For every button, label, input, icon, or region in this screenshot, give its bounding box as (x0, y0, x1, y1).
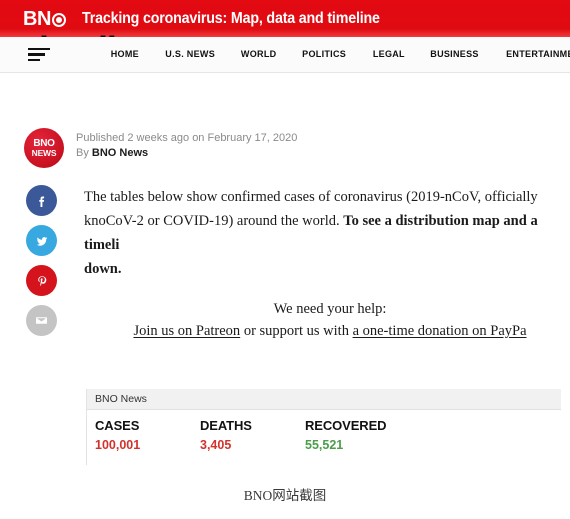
stat-label-cases: CASES (95, 418, 140, 433)
published-date: Published 2 weeks ago on February 17, 20… (76, 132, 298, 144)
site-navigation-bar: HOME U.S. NEWS WORLD POLITICS LEGAL BUSI… (0, 37, 570, 73)
banner-title: Tracking coronavirus: Map, data and time… (81, 9, 380, 27)
avatar-text-bottom: NEWS (31, 147, 57, 158)
body-text-part4: down. (84, 261, 122, 277)
by-prefix: By (76, 147, 89, 159)
share-facebook-icon[interactable] (26, 185, 57, 216)
stat-value-cases: 100,001 (95, 438, 141, 452)
body-text-part2: CoV-2 or COVID-19) around the world. (105, 213, 344, 229)
stats-table: CASES 100,001 DEATHS 3,405 RECOVERED 55,… (87, 410, 561, 465)
paypal-donation-link[interactable]: a one-time donation on PayPa (353, 323, 527, 339)
bno-logo[interactable]: BN (23, 9, 66, 29)
image-caption: BNO网站截图 (243, 488, 327, 503)
author-name[interactable]: BNO News (92, 147, 148, 159)
stat-value-deaths: 3,405 (200, 438, 232, 452)
nav-item-business[interactable]: BUSINESS (431, 49, 479, 60)
byline-text: Published 2 weeks ago on February 17, 20… (76, 128, 297, 161)
author-line: By BNO News (76, 146, 297, 161)
stat-column-cases: CASES 100,001 (95, 416, 200, 455)
nav-item-legal[interactable]: LEGAL (372, 49, 404, 60)
nav-item-home[interactable]: HOME (111, 49, 139, 60)
registered-circle-icon (51, 12, 66, 27)
support-heading: We need your help: (273, 301, 387, 317)
hamburger-line-2 (28, 53, 45, 56)
stat-label-deaths: DEATHS (200, 418, 252, 433)
share-pinterest-icon[interactable] (26, 265, 57, 296)
stat-value-recovered: 55,521 (305, 438, 344, 452)
nav-item-entertainment[interactable]: ENTERTAINMENT (506, 49, 570, 60)
article-body-paragraph: The tables below show confirmed cases of… (84, 185, 570, 281)
nav-links: HOME U.S. NEWS WORLD POLITICS LEGAL BUSI… (110, 49, 570, 60)
stat-column-recovered: RECOVERED 55,521 (305, 416, 410, 455)
hamburger-menu-icon[interactable] (28, 47, 50, 62)
nav-item-politics[interactable]: POLITICS (303, 49, 347, 60)
share-email-icon[interactable] (26, 305, 57, 336)
social-share-rail (26, 185, 57, 336)
stat-column-deaths: DEATHS 3,405 (200, 416, 305, 455)
support-callout: We need your help: Join us on Patreon or… (84, 298, 570, 342)
byline: BNO NEWS Published 2 weeks ago on Februa… (24, 128, 297, 168)
author-avatar[interactable]: BNO NEWS (24, 128, 64, 168)
support-links-line: Join us on Patreon or support us with a … (84, 320, 570, 342)
patreon-link[interactable]: Join us on Patreon (133, 323, 240, 339)
stats-source-title: BNO News (87, 389, 561, 410)
support-middle-text: or support us with (240, 323, 353, 339)
nav-item-world[interactable]: WORLD (241, 49, 277, 60)
share-twitter-icon[interactable] (26, 225, 57, 256)
hamburger-line-1 (28, 47, 50, 51)
logo-text: BN (23, 7, 51, 30)
hamburger-line-3 (28, 58, 40, 62)
coronavirus-stats-widget: BNO News CASES 100,001 DEATHS 3,405 RECO… (86, 389, 561, 465)
stat-label-recovered: RECOVERED (305, 418, 387, 433)
nav-item-us-news[interactable]: U.S. NEWS (165, 49, 215, 60)
website-screenshot: timeline BNO NEWS Published 2 weeks ago … (0, 0, 570, 468)
